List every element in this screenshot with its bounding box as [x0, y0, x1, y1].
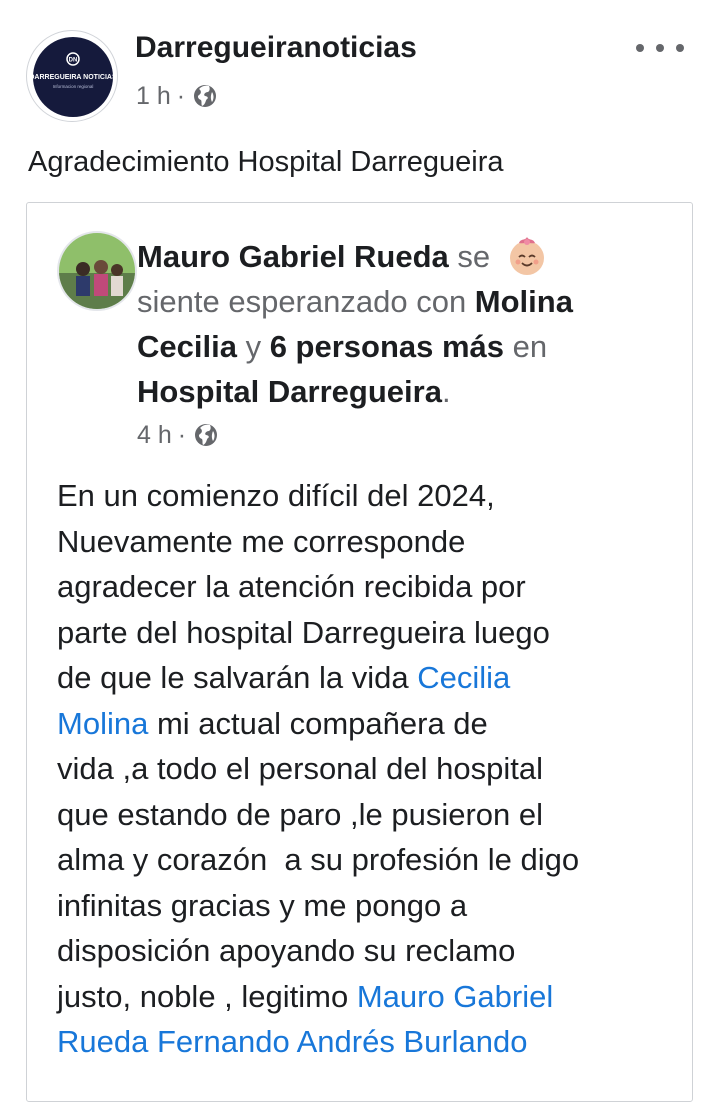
meta-separator: · [176, 81, 186, 110]
svg-text:DN: DN [69, 58, 78, 64]
shared-post-time[interactable]: 4 h [137, 421, 172, 450]
mention-cecilia-molina[interactable]: Molina [57, 706, 148, 741]
body-line: de que le salvarán la vida Cecilia [57, 655, 677, 701]
body-line: disposición apoyando su reclamo [57, 933, 516, 968]
headline-en: en [504, 329, 548, 364]
headline-y: y [236, 329, 270, 364]
globe-icon [194, 423, 218, 447]
shared-headline: Mauro Gabriel Rueda se siente esperanzad… [137, 233, 657, 414]
body-line: agradecer la atención recibida por [57, 569, 526, 604]
body-line: justo, noble , legitimo Mauro Gabriel [57, 974, 677, 1020]
shared-post-meta: 4 h · [137, 419, 218, 451]
headline-period: . [441, 374, 451, 409]
avatar-logo-subtext: Informacion regional [53, 84, 94, 89]
smiling-baby-emoji-icon [505, 233, 549, 277]
more-options-icon [656, 44, 664, 52]
body-line: vida ,a todo el personal del hospital [57, 751, 543, 786]
shared-author-avatar[interactable] [57, 231, 137, 311]
body-line: En un comienzo difícil del 2024, [57, 478, 495, 513]
page-avatar[interactable]: DN DARREGUEIRA NOTICIAS Informacion regi… [26, 30, 118, 122]
body-line: Nuevamente me corresponde [57, 523, 466, 559]
body-line: infinitas gracias y me pongo a [57, 887, 468, 923]
body-text: mi actual compañera de [148, 705, 488, 741]
place-link[interactable]: Hospital Darregueira [137, 374, 442, 409]
headline-se: se [448, 239, 499, 274]
headline-feeling: siente esperanzado con [137, 284, 475, 319]
shared-author-name[interactable]: Mauro Gabriel Rueda [137, 239, 449, 274]
post-header: DN DARREGUEIRA NOTICIAS Informacion regi… [0, 0, 720, 130]
globe-icon [193, 84, 217, 108]
shared-post-card[interactable]: Mauro Gabriel Rueda se siente esperanzad… [26, 202, 693, 1102]
body-line: Molina mi actual compañera de [57, 701, 677, 747]
mention-fernando-andres-burlando[interactable]: Fernando Andrés Burlando [157, 1024, 528, 1059]
post-meta: 1 h · [136, 80, 217, 112]
post-text: Agradecimiento Hospital Darregueira [28, 146, 504, 178]
more-options-icon [636, 44, 644, 52]
tagged-others-link[interactable]: 6 personas más [270, 329, 504, 364]
mention-mauro-gabriel-rueda[interactable]: Rueda [57, 1024, 148, 1059]
body-line: parte del hospital Darregueira luego [57, 614, 550, 650]
body-text [148, 1024, 157, 1059]
body-line: alma y corazón a su profesión le digo [57, 842, 580, 877]
body-line: Rueda Fernando Andrés Burlando [57, 1019, 677, 1065]
body-line: que estando de paro ,le pusieron el [57, 796, 544, 832]
body-text: de que le salvarán la vida [57, 660, 418, 695]
shared-post-body: En un comienzo difícil del 2024, Nuevame… [57, 473, 677, 1065]
meta-separator: · [177, 420, 187, 449]
mention-cecilia-molina[interactable]: Cecilia [417, 660, 510, 695]
avatar-logo-text: DARREGUEIRA NOTICIAS [29, 74, 117, 81]
mention-mauro-gabriel-rueda[interactable]: Mauro Gabriel [357, 979, 553, 1014]
page-name[interactable]: Darregueiranoticias [135, 30, 417, 66]
body-text: justo, noble , legitimo [57, 978, 357, 1014]
more-options-button[interactable] [636, 36, 684, 60]
more-options-icon [676, 44, 684, 52]
post-time[interactable]: 1 h [136, 82, 171, 111]
